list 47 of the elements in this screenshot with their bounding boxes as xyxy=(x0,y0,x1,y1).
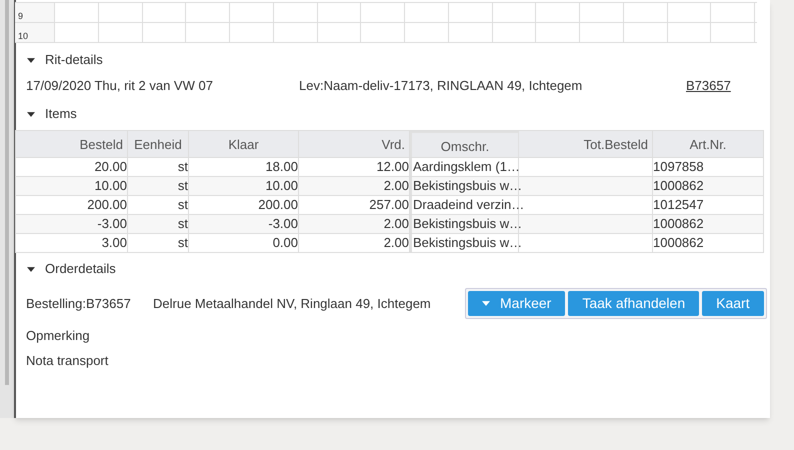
table-cell: -3.00 xyxy=(268,216,298,231)
action-button[interactable]: Kaart xyxy=(702,291,764,316)
note-label: Nota transport xyxy=(25,352,108,370)
table-cell: 2.00 xyxy=(384,178,409,193)
table-cell: 1000862 xyxy=(653,178,704,193)
order-number: Bestelling:B73657 xyxy=(26,294,132,313)
table-cell: 0.00 xyxy=(272,235,298,250)
table-cell: 1097858 xyxy=(653,159,704,174)
order-link[interactable]: B73657 xyxy=(686,76,731,96)
table-cell: st xyxy=(178,159,188,174)
row-number: 9 xyxy=(18,12,24,21)
table-cell: 257.00 xyxy=(369,197,409,212)
table-cell: Aardingsklem (1… xyxy=(413,159,520,174)
trip-date: 17/09/2020 Thu, rit 2 van VW 07 xyxy=(26,77,214,96)
section-title[interactable]: Rit-details xyxy=(45,50,103,70)
table-cell: 2.00 xyxy=(384,235,409,250)
action-button[interactable]: Taak afhandelen xyxy=(568,291,700,316)
section-title[interactable]: Items xyxy=(45,104,77,124)
customer-address: Delrue Metaalhandel NV, Ringlaan 49, Ichtegem xyxy=(153,294,432,313)
table-cell: 1000862 xyxy=(653,216,704,231)
scrollbar[interactable] xyxy=(5,0,9,385)
note-label: Opmerking xyxy=(25,327,90,345)
dropdown-button[interactable]: Markeer xyxy=(468,291,566,316)
table-cell: 10.00 xyxy=(94,178,127,193)
table-cell: st xyxy=(178,216,188,231)
supplier-address: Lev:Naam-deliv-17173, RINGLAAN 49, Ichtegem xyxy=(299,77,584,96)
table-cell: 3.00 xyxy=(102,235,127,250)
table-cell: 1012547 xyxy=(653,197,704,212)
table-cell: Bekistingsbuis w… xyxy=(413,216,522,231)
table-cell: 1000862 xyxy=(653,235,704,250)
table-cell: Draadeind verzin… xyxy=(413,197,524,212)
table-cell: st xyxy=(178,178,188,193)
table-cell: 2.00 xyxy=(384,216,409,231)
section-title[interactable]: Orderdetails xyxy=(45,259,116,279)
table-cell: Bekistingsbuis w… xyxy=(413,178,522,193)
table-cell: st xyxy=(178,197,188,212)
table-cell: -3.00 xyxy=(97,216,127,231)
table-cell: 12.00 xyxy=(376,159,409,174)
row-number: 10 xyxy=(18,32,28,41)
table-cell: 200.00 xyxy=(258,197,298,212)
table-cell: 18.00 xyxy=(265,159,298,174)
table-cell: 10.00 xyxy=(265,178,298,193)
table-cell: Bekistingsbuis w… xyxy=(413,235,522,250)
table-cell: 200.00 xyxy=(87,197,127,212)
caret-icon xyxy=(482,301,490,306)
table-cell: st xyxy=(178,235,188,250)
table-cell: 20.00 xyxy=(94,159,127,174)
